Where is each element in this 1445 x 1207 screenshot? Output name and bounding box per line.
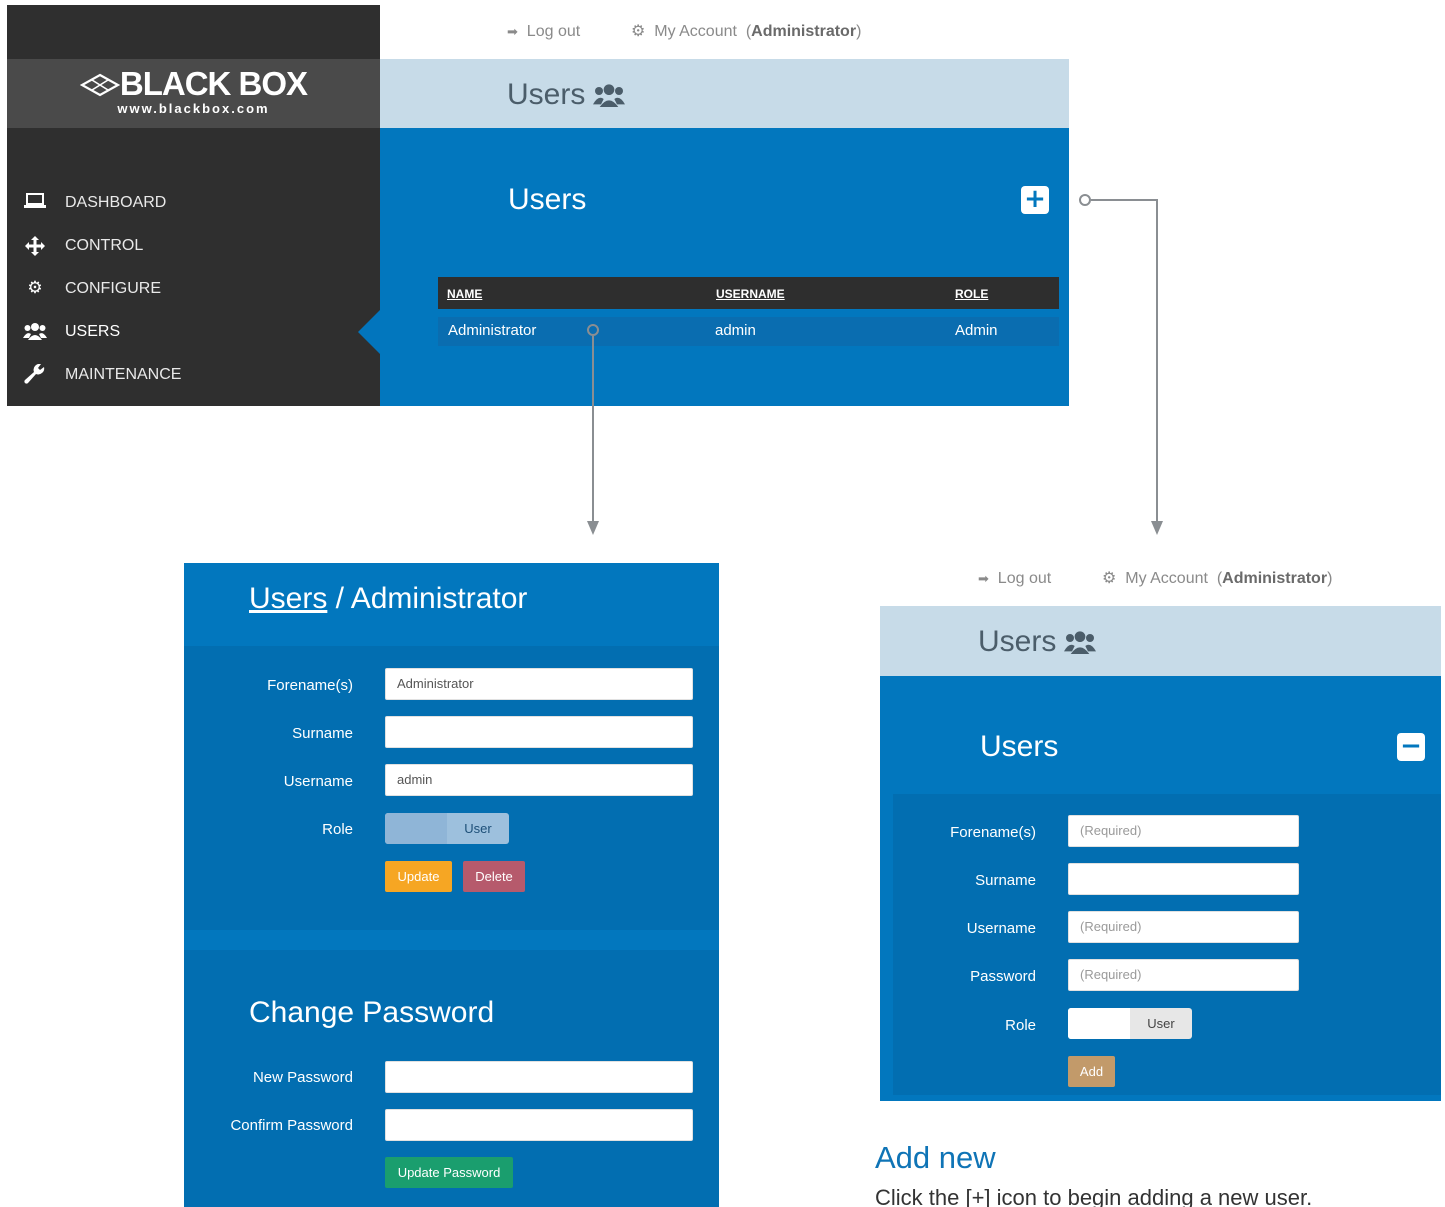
username-label: Username [966,920,1036,937]
forename-label: Forename(s) [267,677,353,694]
logout-icon: ➡ [507,24,518,39]
brand-url: www.blackbox.com [117,101,270,116]
cell-role: Admin [955,322,998,339]
connector-dot [587,324,599,336]
table-header: NAME USERNAME ROLE [438,277,1059,309]
brand-name: BLACK BOX [7,67,380,101]
page-header: Users [380,59,1069,128]
laptop-icon [23,192,47,212]
confirm-password-field[interactable] [385,1109,693,1141]
add-button[interactable]: Add [1068,1056,1115,1087]
change-password-title: Change Password [249,996,495,1029]
surname-label: Surname [975,872,1036,889]
update-button[interactable]: Update [385,861,452,892]
logout-link[interactable]: ➡ Log out [978,569,1051,589]
confirm-password-label: Confirm Password [230,1117,353,1134]
panel-title: Users [508,183,587,216]
diamond-logo-icon [79,73,121,97]
column-header-role[interactable]: ROLE [955,287,988,301]
column-header-username[interactable]: USERNAME [716,287,785,301]
breadcrumb: Users / Administrator [249,582,528,615]
cell-name: Administrator [448,322,537,339]
role-label: Role [322,821,353,838]
breadcrumb-current: Administrator [350,582,528,615]
connector-line [592,336,594,522]
column-header-name[interactable]: NAME [447,287,482,301]
password-label: Password [970,968,1036,985]
connector-arrow [1151,521,1163,535]
logout-link[interactable]: ➡ Log out [507,22,580,42]
page-title: Users [507,78,586,111]
table-row[interactable]: Administrator admin Admin [438,317,1059,346]
toggle-handle [1068,1008,1130,1039]
sidebar-item-control[interactable]: CONTROL [7,226,380,266]
sidebar-item-dashboard[interactable]: DASHBOARD [7,183,380,223]
caption-title: Add new [875,1140,996,1175]
users-icon [593,81,625,114]
username-field[interactable]: (Required) [1068,911,1299,943]
new-password-label: New Password [252,1069,353,1086]
role-value: User [1147,1016,1175,1031]
breadcrumb-users-link[interactable]: Users [249,582,327,615]
brand-logo[interactable]: BLACK BOX www.blackbox.com [7,59,380,128]
sidebar-item-maintenance[interactable]: MAINTENANCE [7,355,380,395]
connector-line [1156,199,1158,521]
users-icon [1064,628,1096,661]
active-indicator [358,310,380,354]
update-password-button[interactable]: Update Password [385,1157,513,1188]
my-account-link[interactable]: ⚙ My Account (Administrator) [631,22,861,42]
page-header: Users [880,606,1441,676]
delete-button[interactable]: Delete [463,861,525,892]
role-toggle[interactable]: User [1068,1008,1192,1039]
cell-username: admin [715,322,756,339]
caption-text: Click the [+] icon to begin adding a new… [875,1185,1313,1207]
role-toggle[interactable]: User [385,813,509,844]
collapse-button[interactable]: − [1397,733,1425,761]
password-field[interactable]: (Required) [1068,959,1299,991]
forename-field[interactable]: (Required) [1068,815,1299,847]
sidebar-item-users[interactable]: USERS [7,312,380,352]
move-arrows-icon [23,235,47,256]
add-user-button[interactable]: + [1021,186,1049,214]
panel-title: Users [980,730,1059,763]
connector-line [1091,199,1158,201]
gears-icon: ⚙ [631,23,646,40]
surname-field[interactable] [385,716,693,748]
role-label: Role [1005,1017,1036,1034]
gears-icon: ⚙ [27,278,43,297]
my-account-link[interactable]: ⚙ My Account (Administrator) [1102,569,1332,589]
surname-label: Surname [292,725,353,742]
gears-icon: ⚙ [1102,570,1117,587]
users-panel [380,128,1069,406]
connector-arrow [587,521,599,535]
role-value: User [464,821,492,836]
surname-field[interactable] [1068,863,1299,895]
forename-label: Forename(s) [950,824,1036,841]
logout-icon: ➡ [978,571,989,586]
username-field[interactable]: admin [385,764,693,796]
wrench-icon [23,363,47,384]
toggle-handle [385,813,447,844]
page-title: Users [978,625,1057,658]
connector-dot [1079,194,1091,206]
new-password-field[interactable] [385,1061,693,1093]
forename-field[interactable]: Administrator [385,668,693,700]
username-label: Username [283,773,353,790]
sidebar-item-configure[interactable]: ⚙ CONFIGURE [7,269,380,309]
users-icon [23,321,47,341]
